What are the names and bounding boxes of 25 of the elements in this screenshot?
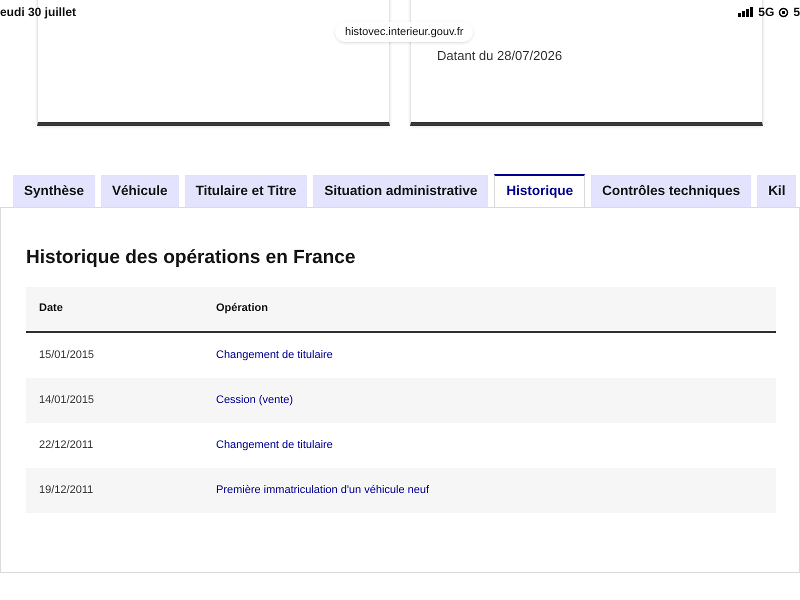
signal-icon	[738, 7, 754, 17]
section-title: Historique des opérations en France	[26, 246, 356, 270]
tab[interactable]: Contrôles techniques	[591, 175, 752, 207]
operation-link[interactable]: Cession (vente)	[216, 392, 294, 408]
card-date: Datant du 28/07/2026	[437, 48, 562, 63]
table-cell-text: 19/12/2011	[38, 482, 94, 498]
table-cell-text: 15/01/2015	[38, 348, 96, 363]
column-header: Date	[38, 301, 64, 316]
network-label: 5G	[758, 4, 774, 21]
tab[interactable]: Véhicule	[101, 175, 179, 207]
operation-link[interactable]: Changement de titulaire	[216, 346, 333, 364]
operation-link[interactable]: Première immatriculation d'un véhicule neuf	[216, 482, 430, 498]
tab[interactable]: Synthèse	[13, 175, 96, 207]
tab[interactable]: Kil	[757, 175, 796, 207]
column-header: Opération	[216, 301, 268, 316]
tab[interactable]: Historique	[494, 174, 586, 207]
table-cell-text: 22/12/2011	[38, 438, 94, 453]
operation-link[interactable]: Changement de titulaire	[216, 436, 333, 454]
battery-percent: 5	[793, 4, 800, 21]
rotation-lock-icon	[778, 6, 790, 18]
address-bar[interactable]: histovec.interieur.gouv.fr	[335, 22, 474, 42]
table-cell-text: 14/01/2015	[38, 392, 96, 408]
tab[interactable]: Titulaire et Titre	[184, 175, 308, 207]
status-date: eudi 30 juillet	[0, 4, 76, 21]
tab[interactable]: Situation administrative	[313, 175, 488, 207]
